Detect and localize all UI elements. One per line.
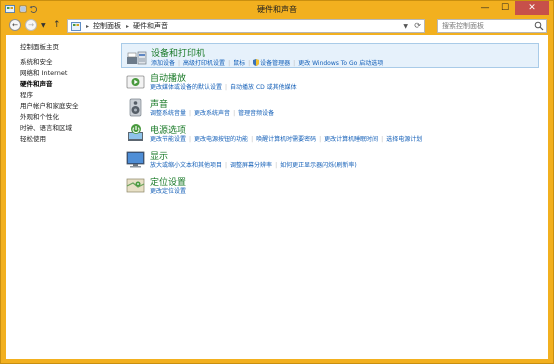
category-links: 更改媒体或设备的默认设置 | 自动播放 CD 或其他媒体 [150, 84, 297, 91]
choose-power-plan-link[interactable]: 选择电源计划 [386, 136, 422, 143]
display-icon[interactable] [125, 149, 146, 170]
sidebar-item-programs[interactable]: 程序 [20, 91, 115, 99]
sleep-time-link[interactable]: 更改计算机睡眠时间 [324, 136, 378, 143]
recent-pages-dropdown[interactable]: ▼ [41, 22, 46, 29]
link-separator: | [251, 136, 254, 143]
category-location-settings[interactable]: 定位设置 更改定位设置 [121, 173, 539, 198]
forward-button[interactable]: → [25, 19, 37, 31]
screen-resolution-link[interactable]: 调整屏幕分辨率 [230, 162, 272, 169]
link-separator: | [178, 60, 181, 67]
link-separator: | [293, 60, 296, 67]
back-button[interactable]: ← [9, 19, 21, 31]
manage-audio-devices-link[interactable]: 管理音频设备 [238, 110, 274, 117]
link-separator: | [225, 84, 228, 91]
change-system-sounds-link[interactable]: 更改系统声音 [194, 110, 230, 117]
breadcrumb-control-panel[interactable]: 控制面板 [93, 21, 121, 31]
power-icon[interactable] [125, 123, 146, 144]
search-icon[interactable] [534, 21, 544, 31]
sidebar-item-appearance[interactable]: 外观和个性化 [20, 113, 115, 121]
power-button-function-link[interactable]: 更改电源按钮的功能 [194, 136, 248, 143]
add-device-link[interactable]: 添加设备 [151, 60, 175, 67]
sidebar-item-home[interactable]: 控制面板主页 [20, 43, 115, 51]
text-size-link[interactable]: 放大或缩小文本和其他项目 [150, 162, 222, 169]
sidebar-item-user-accounts[interactable]: 用户帐户和家庭安全 [20, 102, 115, 110]
category-title[interactable]: 声音 [150, 97, 168, 110]
maximize-button[interactable]: ☐ [495, 1, 515, 15]
sidebar-item-network[interactable]: 网络和 Internet [20, 69, 115, 77]
category-links: 更改定位设置 [150, 188, 186, 195]
refresh-icon[interactable]: ⟳ [414, 21, 421, 30]
category-devices-printers[interactable]: 设备和打印机 添加设备 | 高级打印机设置 | 鼠标 | 设备管理器 | 更改 Windows … [121, 43, 539, 68]
content-pane: 控制面板主页 系统和安全 网络和 Internet 硬件和声音 程序 用户帐户和… [6, 35, 548, 359]
category-power-options[interactable]: 电源选项 更改节能设置 | 更改电源按钮的功能 | 唤醒计算机时需要密码 | 更改计算机睡眠… [121, 121, 539, 146]
category-links: 放大或缩小文本和其他项目 | 调整屏幕分辨率 | 如何更正显示器闪烁(刷新率) [150, 162, 357, 169]
refresh-rate-link[interactable]: 如何更正显示器闪烁(刷新率) [280, 162, 357, 169]
link-separator: | [275, 162, 278, 169]
category-title[interactable]: 自动播放 [150, 71, 186, 84]
category-title[interactable]: 电源选项 [150, 123, 186, 136]
change-location-settings-link[interactable]: 更改定位设置 [150, 188, 186, 195]
sidebar: 控制面板主页 系统和安全 网络和 Internet 硬件和声音 程序 用户帐户和… [20, 43, 115, 146]
category-title[interactable]: 设备和打印机 [151, 46, 205, 59]
category-links: 添加设备 | 高级打印机设置 | 鼠标 | 设备管理器 | 更改 Windows To Go 启… [151, 59, 383, 67]
breadcrumb-hardware-sound[interactable]: 硬件和声音 [133, 21, 168, 31]
sidebar-item-ease-of-access[interactable]: 轻松使用 [20, 135, 115, 143]
category-title[interactable]: 定位设置 [150, 175, 186, 188]
link-separator: | [248, 60, 251, 67]
address-bar[interactable]: ▸ 控制面板 ▸ 硬件和声音 ▼ ⟳ [67, 19, 425, 33]
autoplay-icon[interactable] [125, 71, 146, 92]
window-title: 硬件和声音 [257, 5, 297, 14]
windows-to-go-link[interactable]: 更改 Windows To Go 启动选项 [298, 60, 383, 67]
category-title[interactable]: 显示 [150, 149, 168, 162]
category-sound[interactable]: 声音 调整系统音量 | 更改系统声音 | 管理音频设备 [121, 95, 539, 120]
breadcrumb-separator[interactable]: ▸ [126, 23, 129, 30]
category-links: 更改节能设置 | 更改电源按钮的功能 | 唤醒计算机时需要密码 | 更改计算机睡眠时间 | 选择… [150, 136, 422, 143]
link-separator: | [233, 110, 236, 117]
autoplay-cd-link[interactable]: 自动播放 CD 或其他媒体 [230, 84, 297, 91]
control-panel-icon [71, 21, 81, 31]
search-input[interactable]: 搜索控制面板 [442, 21, 534, 31]
address-dropdown-arrow[interactable]: ▼ [403, 23, 408, 30]
location-icon[interactable] [125, 175, 146, 196]
link-separator: | [189, 110, 192, 117]
category-display[interactable]: 显示 放大或缩小文本和其他项目 | 调整屏幕分辨率 | 如何更正显示器闪烁(刷新率) [121, 147, 539, 172]
sidebar-item-hardware-sound[interactable]: 硬件和声音 [20, 80, 115, 88]
minimize-button[interactable]: — [475, 1, 495, 15]
mouse-link[interactable]: 鼠标 [233, 60, 245, 67]
change-media-defaults-link[interactable]: 更改媒体或设备的默认设置 [150, 84, 222, 91]
up-button[interactable]: ↑ [53, 20, 61, 30]
link-separator: | [319, 136, 322, 143]
category-autoplay[interactable]: 自动播放 更改媒体或设备的默认设置 | 自动播放 CD 或其他媒体 [121, 69, 539, 94]
link-separator: | [189, 136, 192, 143]
sidebar-item-system-security[interactable]: 系统和安全 [20, 58, 115, 66]
category-list: 设备和打印机 添加设备 | 高级打印机设置 | 鼠标 | 设备管理器 | 更改 Windows … [121, 43, 539, 199]
link-separator: | [225, 162, 228, 169]
device-manager-link[interactable]: 设备管理器 [260, 60, 290, 67]
category-links: 调整系统音量 | 更改系统声音 | 管理音频设备 [150, 110, 274, 117]
window-controls: — ☐ ✕ [475, 1, 549, 15]
printer-icon[interactable] [126, 46, 147, 67]
control-panel-window: 硬件和声音 — ☐ ✕ ← → ▼ ↑ ▸ 控制面板 ▸ 硬件和声音 ▼ ⟳ 搜… [0, 0, 554, 364]
search-box[interactable]: 搜索控制面板 [437, 19, 547, 33]
advanced-printer-setup-link[interactable]: 高级打印机设置 [183, 60, 225, 67]
link-separator: | [381, 136, 384, 143]
title-bar: 硬件和声音 — ☐ ✕ [1, 1, 553, 18]
breadcrumb-separator[interactable]: ▸ [86, 23, 89, 30]
speaker-icon[interactable] [125, 97, 146, 118]
link-separator: | [228, 60, 231, 67]
navigation-bar: ← → ▼ ↑ ▸ 控制面板 ▸ 硬件和声音 ▼ ⟳ 搜索控制面板 [1, 18, 553, 34]
change-power-saving-link[interactable]: 更改节能设置 [150, 136, 186, 143]
adjust-volume-link[interactable]: 调整系统音量 [150, 110, 186, 117]
close-button[interactable]: ✕ [515, 1, 549, 15]
sidebar-item-clock-language[interactable]: 时钟、语言和区域 [20, 124, 115, 132]
uac-shield-icon [253, 59, 260, 66]
wake-password-link[interactable]: 唤醒计算机时需要密码 [256, 136, 316, 143]
